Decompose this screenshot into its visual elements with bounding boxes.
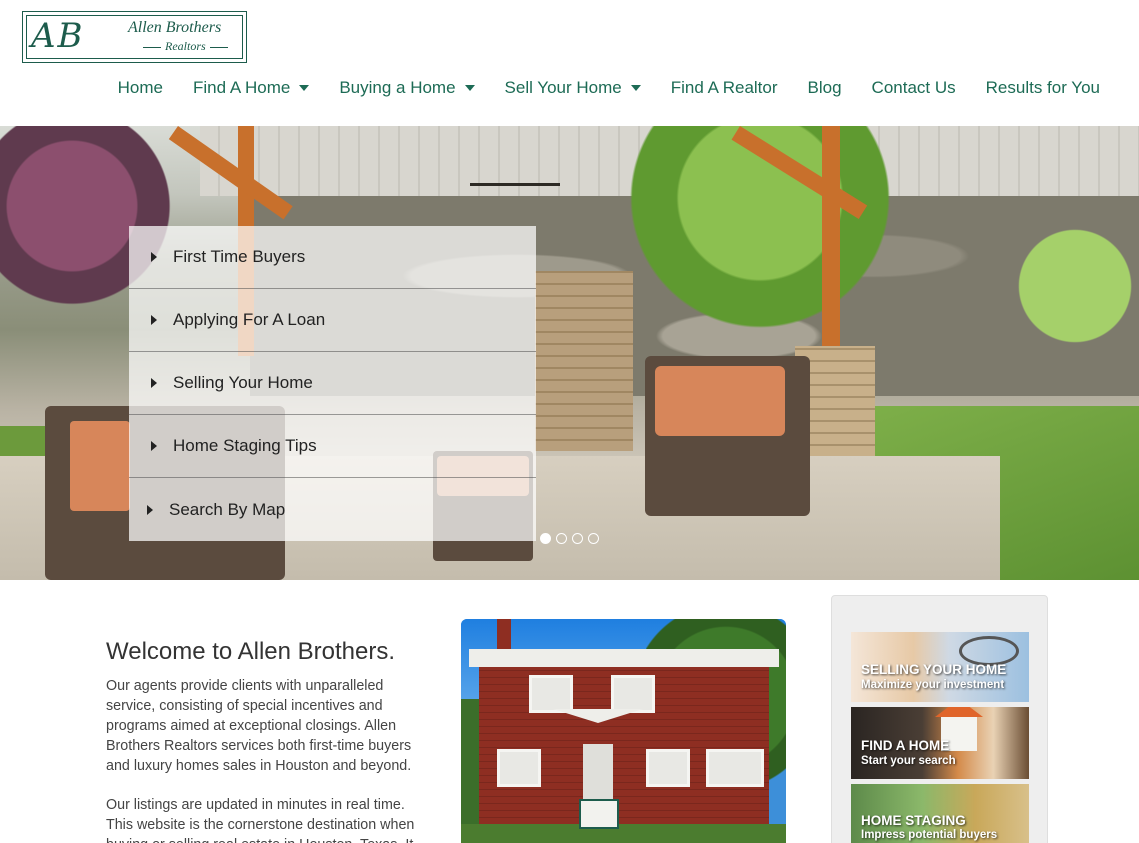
- caret-down-icon: [299, 85, 310, 91]
- hero-quick-menu: First Time Buyers Applying For A Loan Se…: [129, 226, 536, 541]
- hero-beam: [822, 126, 840, 346]
- featured-house-photo: [461, 619, 786, 843]
- photo-window: [497, 749, 541, 787]
- hero-tree: [600, 126, 920, 366]
- caret-down-icon: [630, 85, 641, 91]
- hero-cushion: [70, 421, 130, 511]
- site-logo[interactable]: AB Allen Brothers Realtors: [22, 11, 247, 63]
- hero-menu-applying-for-a-loan[interactable]: Applying For A Loan: [129, 289, 536, 352]
- promo-home-staging[interactable]: HOME STAGING Impress potential buyers: [851, 784, 1029, 843]
- sidebar-promos: SELLING YOUR HOME Maximize your investme…: [831, 595, 1048, 843]
- promo-title: FIND A HOME: [861, 738, 950, 753]
- triangle-right-icon: [151, 378, 157, 388]
- welcome-paragraph: Our listings are updated in minutes in r…: [106, 797, 415, 843]
- photo-window: [706, 749, 764, 787]
- slider-dot[interactable]: [540, 533, 551, 544]
- slider-dot[interactable]: [572, 533, 583, 544]
- promo-subtitle: Maximize your investment: [861, 679, 1005, 691]
- photo-door: [583, 744, 613, 804]
- hero-menu-selling-your-home[interactable]: Selling Your Home: [129, 352, 536, 415]
- promo-subtitle: Impress potential buyers: [861, 829, 998, 841]
- welcome-heading: Welcome to Allen Brothers.: [106, 638, 396, 665]
- main-nav: Home Find A Home Buying a Home Sell Your…: [103, 78, 1100, 98]
- slider-pagination: [540, 533, 599, 544]
- hero-chandelier: [470, 146, 560, 186]
- slider-dot[interactable]: [588, 533, 599, 544]
- triangle-right-icon: [147, 504, 153, 515]
- promo-title: HOME STAGING: [861, 813, 966, 828]
- logo-monogram: AB: [31, 16, 85, 56]
- triangle-right-icon: [151, 441, 157, 451]
- photo-chimney: [497, 619, 511, 653]
- logo-subtitle: Realtors: [139, 39, 232, 54]
- hero-slider: First Time Buyers Applying For A Loan Se…: [0, 126, 1139, 580]
- photo-window: [529, 675, 573, 713]
- photo-window: [611, 675, 655, 713]
- hero-cushion: [655, 366, 785, 436]
- hero-tree: [979, 186, 1139, 386]
- nav-sell-your-home[interactable]: Sell Your Home: [490, 78, 656, 98]
- nav-find-a-realtor[interactable]: Find A Realtor: [656, 78, 793, 98]
- photo-ground: [461, 824, 786, 843]
- nav-results-for-you[interactable]: Results for You: [971, 78, 1100, 98]
- photo-portico: [553, 709, 643, 739]
- site-header: AB Allen Brothers Realtors Home Find A H…: [0, 0, 1139, 126]
- caret-down-icon: [464, 85, 475, 91]
- nav-buying-a-home[interactable]: Buying a Home: [324, 78, 489, 98]
- promo-selling-your-home[interactable]: SELLING YOUR HOME Maximize your investme…: [851, 632, 1029, 702]
- hero-menu-home-staging-tips[interactable]: Home Staging Tips: [129, 415, 536, 478]
- photo-window: [646, 749, 690, 787]
- promo-subtitle: Start your search: [861, 755, 956, 767]
- nav-contact-us[interactable]: Contact Us: [857, 78, 971, 98]
- logo-name: Allen Brothers: [128, 19, 222, 36]
- photo-roof: [469, 649, 779, 667]
- nav-blog[interactable]: Blog: [793, 78, 857, 98]
- promo-find-a-home[interactable]: FIND A HOME Start your search: [851, 707, 1029, 779]
- triangle-right-icon: [151, 252, 157, 262]
- promo-title: SELLING YOUR HOME: [861, 662, 1007, 677]
- nav-home[interactable]: Home: [103, 78, 178, 98]
- hero-menu-first-time-buyers[interactable]: First Time Buyers: [129, 226, 536, 289]
- photo-sign: [579, 799, 619, 829]
- welcome-paragraph: Our agents provide clients with unparall…: [106, 678, 412, 774]
- slider-dot[interactable]: [556, 533, 567, 544]
- triangle-right-icon: [151, 315, 157, 325]
- hero-fireplace: [535, 271, 633, 451]
- nav-find-a-home[interactable]: Find A Home: [178, 78, 324, 98]
- hero-menu-search-by-map[interactable]: Search By Map: [129, 478, 536, 541]
